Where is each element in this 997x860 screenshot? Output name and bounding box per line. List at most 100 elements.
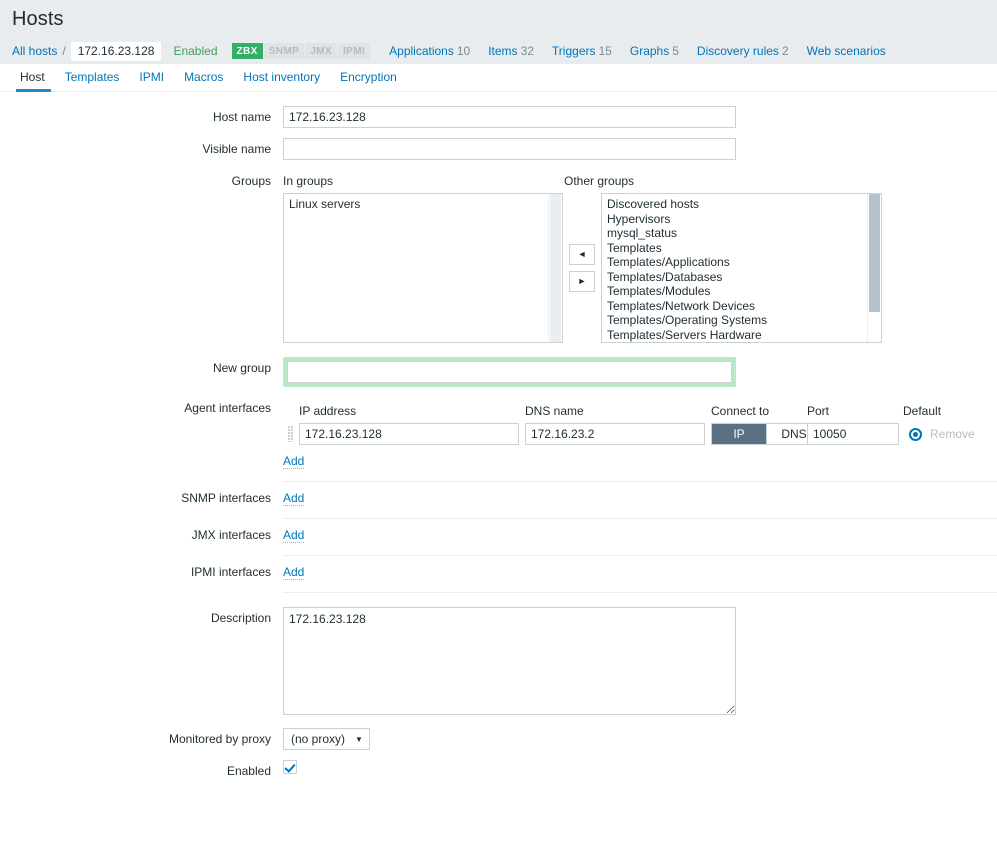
nav-items[interactable]: Items 32: [488, 44, 534, 58]
row-new-group: New group: [0, 357, 997, 387]
other-groups-scrollbar-thumb[interactable]: [869, 194, 880, 312]
monitored-by-proxy-field-wrap: (no proxy) ▼: [283, 728, 997, 750]
new-group-field-wrap: [283, 357, 997, 387]
ipmi-interfaces-add-link[interactable]: Add: [283, 565, 305, 580]
agent-interfaces-add-link[interactable]: Add: [283, 454, 305, 469]
other-groups-option[interactable]: Templates: [607, 241, 867, 256]
host-name-label: Host name: [212, 110, 271, 124]
tab-bar: Host Templates IPMI Macros Host inventor…: [0, 64, 997, 92]
snmp-interfaces-section: Add: [283, 482, 997, 519]
breadcrumb-all-hosts-link[interactable]: All hosts: [12, 44, 57, 58]
jmx-interfaces-add-link[interactable]: Add: [283, 528, 305, 543]
agent-dns-input[interactable]: [525, 423, 705, 445]
ipmi-interfaces-label: IPMI interfaces: [190, 565, 271, 579]
host-form: Host name Visible name Groups In groups …: [0, 92, 997, 778]
in-groups-listbox[interactable]: Linux servers: [283, 193, 563, 343]
badge-zbx[interactable]: ZBX: [231, 43, 263, 59]
row-monitored-by-proxy: Monitored by proxy (no proxy) ▼: [0, 728, 997, 750]
nav-triggers-count: 15: [598, 44, 612, 58]
monitored-by-proxy-label: Monitored by proxy: [168, 732, 271, 746]
col-port: Port: [807, 404, 830, 418]
visible-name-input[interactable]: [283, 138, 736, 160]
badge-jmx: JMX: [305, 43, 337, 59]
row-visible-name: Visible name: [0, 138, 997, 160]
agent-add-wrap: Add: [283, 454, 997, 469]
snmp-interfaces-label: SNMP interfaces: [181, 491, 271, 505]
other-groups-listbox[interactable]: Discovered hosts Hypervisors mysql_statu…: [601, 193, 882, 343]
agent-port-cell: [807, 423, 903, 445]
nav-discovery-rules-count: 2: [781, 44, 789, 58]
row-description: Description 172.16.23.128: [0, 607, 997, 718]
host-name-input[interactable]: [283, 106, 736, 128]
move-left-button[interactable]: ◄: [569, 244, 595, 265]
monitored-by-proxy-value: (no proxy): [291, 732, 346, 746]
agent-ip-cell: [299, 423, 525, 445]
agent-ip-input[interactable]: [299, 423, 519, 445]
tab-host-inventory[interactable]: Host inventory: [233, 70, 330, 91]
other-groups-option[interactable]: Templates/Modules: [607, 284, 867, 299]
interface-badges: ZBX SNMP JMX IPMI: [231, 43, 372, 59]
other-groups-option[interactable]: Templates/Servers Hardware: [607, 328, 867, 343]
other-groups-option[interactable]: mysql_status: [607, 226, 867, 241]
breadcrumb-current-host: 172.16.23.128: [70, 41, 162, 61]
move-right-button[interactable]: ►: [569, 271, 595, 292]
other-groups-option[interactable]: Templates/Network Devices: [607, 299, 867, 314]
agent-interfaces-label: Agent interfaces: [184, 401, 271, 415]
default-interface-radio[interactable]: [909, 427, 922, 441]
row-host-name: Host name: [0, 106, 997, 128]
tab-templates[interactable]: Templates: [55, 70, 130, 91]
badge-snmp: SNMP: [263, 43, 305, 59]
other-groups-option[interactable]: Templates/Databases: [607, 270, 867, 285]
other-groups-option[interactable]: Discovered hosts: [607, 197, 867, 212]
snmp-interfaces-add-link[interactable]: Add: [283, 491, 305, 506]
col-drag-spacer: [283, 404, 299, 418]
drag-handle-icon[interactable]: [283, 423, 299, 445]
col-default: Default: [903, 404, 942, 418]
other-groups-header: Other groups: [564, 174, 635, 188]
nav-graphs[interactable]: Graphs 5: [630, 44, 679, 58]
nav-applications[interactable]: Applications 10: [389, 44, 470, 58]
connect-to-toggle: IP DNS: [711, 423, 822, 445]
monitored-by-proxy-select[interactable]: (no proxy) ▼: [283, 728, 370, 750]
connect-to-ip-button[interactable]: IP: [712, 424, 767, 444]
other-groups-scrollbar[interactable]: [867, 194, 881, 342]
groups-label: Groups: [231, 174, 271, 188]
jmx-interfaces-label: JMX interfaces: [191, 528, 271, 542]
host-status-label[interactable]: Enabled: [173, 44, 217, 58]
other-groups-option[interactable]: Templates/Operating Systems: [607, 313, 867, 328]
col-dns-name: DNS name: [525, 404, 584, 418]
tab-host[interactable]: Host: [12, 70, 55, 92]
in-groups-scrollbar-thumb[interactable]: [550, 194, 561, 342]
visible-name-field-wrap: [283, 138, 997, 160]
tab-ipmi[interactable]: IPMI: [129, 70, 174, 91]
description-textarea[interactable]: 172.16.23.128: [283, 607, 736, 715]
ipmi-interfaces-section: Add: [283, 556, 997, 593]
nav-discovery-rules[interactable]: Discovery rules 2: [697, 44, 789, 58]
agent-connect-cell: IP DNS: [711, 423, 822, 445]
in-groups-options: Linux servers: [284, 194, 548, 342]
description-label: Description: [210, 611, 271, 625]
row-snmp-interfaces: SNMP interfaces Add: [0, 482, 997, 519]
arrow-right-icon: ►: [577, 276, 587, 286]
other-groups-option[interactable]: Hypervisors: [607, 212, 867, 227]
nav-triggers[interactable]: Triggers 15: [552, 44, 612, 58]
new-group-input[interactable]: [287, 361, 732, 383]
chevron-down-icon: ▼: [355, 734, 363, 744]
tab-encryption[interactable]: Encryption: [330, 70, 407, 91]
agent-dns-cell: [525, 423, 711, 445]
groups-headers: In groups Other groups: [283, 170, 997, 188]
badge-ipmi: IPMI: [337, 43, 371, 59]
row-groups: Groups In groups Other groups Linux serv…: [0, 170, 997, 343]
enabled-checkbox[interactable]: [283, 760, 297, 774]
tab-macros[interactable]: Macros: [174, 70, 233, 91]
nav-graphs-count: 5: [672, 44, 679, 58]
groups-field-wrap: In groups Other groups Linux servers ◄ ►…: [283, 170, 997, 343]
agent-interfaces-section: IP address DNS name Connect to Port Defa…: [283, 397, 997, 482]
agent-port-input[interactable]: [807, 423, 899, 445]
nav-web-scenarios[interactable]: Web scenarios: [807, 44, 886, 58]
other-groups-option[interactable]: Templates/Applications: [607, 255, 867, 270]
in-groups-scrollbar[interactable]: [548, 194, 562, 342]
in-groups-option[interactable]: Linux servers: [289, 197, 548, 212]
remove-interface-link: Remove: [930, 427, 975, 441]
other-groups-options: Discovered hosts Hypervisors mysql_statu…: [602, 194, 867, 342]
